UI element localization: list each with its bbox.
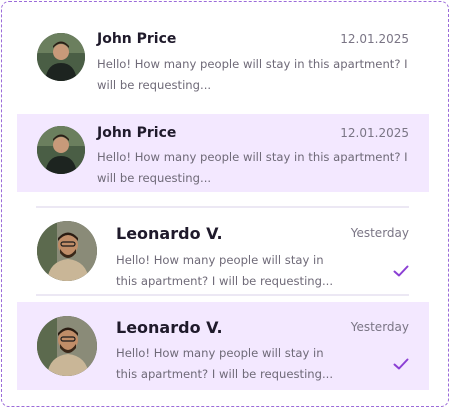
divider — [36, 294, 409, 296]
contact-name: John Price — [97, 31, 177, 47]
conversation-item[interactable]: John Price 12.01.2025 Hello! How many pe… — [17, 114, 429, 192]
conversation-item[interactable]: John Price 12.01.2025 Hello! How many pe… — [17, 18, 429, 96]
avatar — [37, 316, 97, 376]
contact-name: John Price — [97, 125, 177, 141]
message-date: 12.01.2025 — [340, 32, 409, 46]
contact-name: Leonardo V. — [116, 224, 223, 243]
message-preview: Hello! How many people will stay in this… — [116, 346, 334, 381]
contact-name: Leonardo V. — [116, 318, 223, 337]
read-check-icon — [393, 358, 409, 370]
read-check-icon — [393, 265, 409, 277]
message-date: Yesterday — [350, 226, 409, 240]
message-preview: Hello! How many people will stay in this… — [97, 57, 408, 92]
conversation-item[interactable]: Leonardo V. Yesterday Hello! How many pe… — [17, 302, 429, 390]
message-date: 12.01.2025 — [340, 126, 409, 140]
avatar — [37, 221, 97, 281]
message-preview: Hello! How many people will stay in this… — [97, 150, 408, 185]
avatar — [37, 33, 85, 81]
message-date: Yesterday — [350, 320, 409, 334]
conversation-item[interactable]: Leonardo V. Yesterday Hello! How many pe… — [17, 208, 429, 296]
avatar — [37, 126, 85, 174]
message-preview: Hello! How many people will stay in this… — [116, 253, 334, 288]
